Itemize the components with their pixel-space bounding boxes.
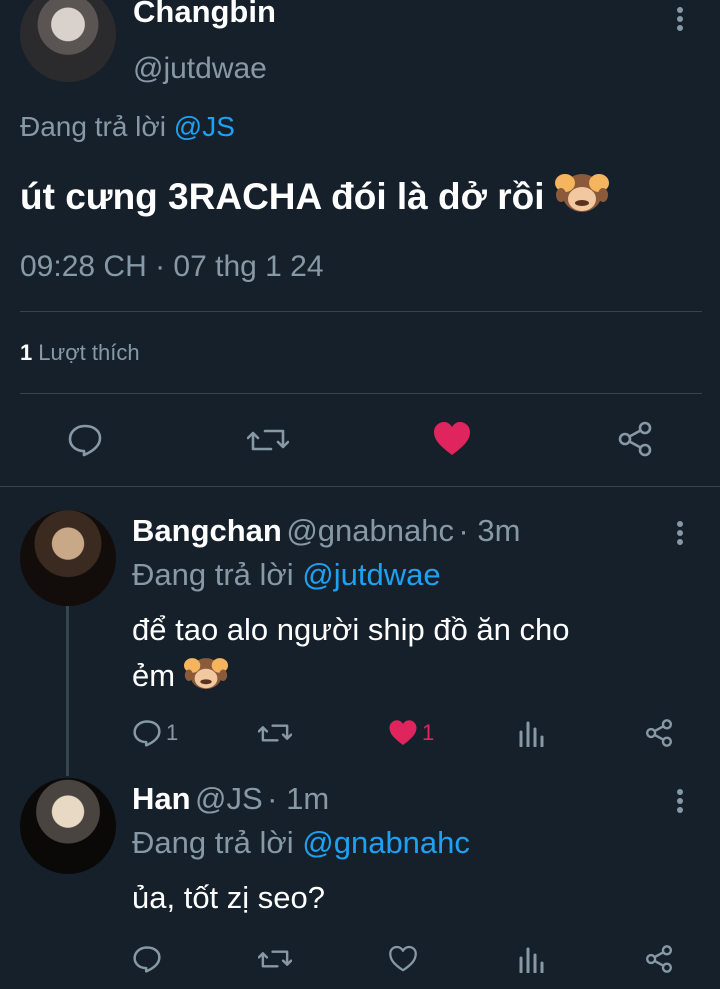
replying-to: Đang trả lời @gnabnahc	[132, 825, 470, 861]
like-count: 1	[422, 720, 435, 745]
likes-summary[interactable]: 1 Lượt thích	[20, 340, 140, 366]
reply-text: ủa, tốt zị seo?	[132, 880, 326, 915]
replying-mention[interactable]: @jutdwae	[302, 557, 440, 592]
retweet-button[interactable]	[258, 944, 292, 974]
more-options-button[interactable]	[668, 786, 692, 816]
reply-button[interactable]	[132, 942, 162, 976]
analytics-icon	[519, 721, 544, 747]
reply-header: Han @JS · 1m	[132, 781, 329, 817]
reply-count: 1	[166, 720, 179, 745]
replying-label: Đang trả lời	[20, 111, 166, 142]
tweet-text: út cưng 3RACHA đói là dở rồi	[20, 167, 609, 224]
reply-button[interactable]: 1	[132, 716, 178, 750]
reply-time: · 1m	[267, 781, 330, 816]
avatar[interactable]	[20, 510, 116, 606]
tweet-text-content: út cưng 3RACHA đói là dở rồi	[20, 176, 545, 217]
reply-text-line-2: ẻm	[132, 652, 570, 704]
more-options-button[interactable]	[668, 518, 692, 548]
timestamp[interactable]: 09:28 CH · 07 thg 1 24	[20, 250, 324, 284]
more-vertical-icon	[677, 521, 683, 545]
likes-label: Lượt thích	[38, 340, 140, 365]
like-button[interactable]: 1	[388, 717, 434, 749]
reply-icon	[133, 720, 161, 747]
reply-icon	[133, 946, 161, 973]
replying-label: Đang trả lời	[132, 557, 294, 592]
divider	[20, 393, 702, 394]
replying-to: Đang trả lời @JS	[20, 111, 235, 143]
reply-text: để tao alo người ship đồ ăn cho ẻm	[132, 608, 570, 704]
avatar[interactable]	[20, 0, 116, 82]
reply-author-handle[interactable]: @JS	[195, 781, 263, 816]
reply-time: · 3m	[458, 513, 521, 548]
reply-author-name[interactable]: Han	[132, 781, 191, 816]
heart-outline-icon	[389, 945, 417, 972]
avatar[interactable]	[20, 778, 116, 874]
divider	[0, 486, 720, 487]
like-button[interactable]	[388, 943, 418, 975]
replying-to: Đang trả lời @jutdwae	[132, 557, 441, 593]
replying-mention[interactable]: @gnabnahc	[302, 825, 470, 860]
more-vertical-icon	[677, 7, 683, 31]
likes-count: 1	[20, 340, 33, 365]
author-handle[interactable]: @jutdwae	[133, 52, 267, 86]
see-no-evil-monkey-icon	[183, 652, 228, 704]
like-button[interactable]	[430, 418, 474, 460]
reply-author-handle[interactable]: @gnabnahc	[286, 513, 454, 548]
more-options-button[interactable]	[668, 2, 692, 36]
share-button[interactable]	[614, 418, 656, 460]
heart-icon	[434, 422, 470, 455]
analytics-button[interactable]	[518, 718, 544, 748]
analytics-button[interactable]	[518, 944, 544, 974]
reply-text-content: ẻm	[132, 658, 176, 693]
divider	[20, 311, 702, 312]
retweet-button[interactable]	[246, 420, 290, 460]
retweet-icon	[258, 950, 292, 968]
share-button[interactable]	[644, 942, 674, 976]
heart-icon	[389, 720, 417, 745]
replying-label: Đang trả lời	[132, 825, 294, 860]
analytics-icon	[519, 947, 544, 973]
see-no-evil-monkey-icon	[554, 167, 609, 224]
share-icon	[645, 945, 673, 973]
replying-mention[interactable]: @JS	[174, 111, 235, 142]
reply-icon	[68, 424, 102, 457]
reply-button[interactable]	[64, 420, 106, 460]
reply-text-line: để tao alo người ship đồ ăn cho	[132, 612, 570, 647]
share-icon	[618, 421, 652, 457]
retweet-icon	[247, 429, 289, 451]
share-button[interactable]	[644, 716, 674, 750]
more-vertical-icon	[677, 789, 683, 813]
author-name[interactable]: Changbin	[133, 0, 276, 30]
reply-header: Bangchan @gnabnahc · 3m	[132, 513, 520, 549]
thread-line	[66, 606, 69, 776]
share-icon	[645, 719, 673, 747]
retweet-button[interactable]	[258, 718, 292, 748]
retweet-icon	[258, 724, 292, 742]
reply-author-name[interactable]: Bangchan	[132, 513, 282, 548]
